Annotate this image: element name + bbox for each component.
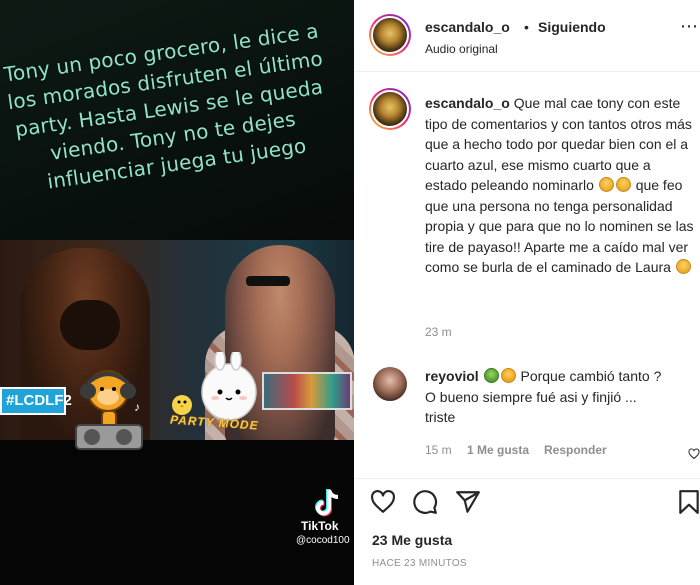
facepalm-emoji-icon xyxy=(598,177,614,192)
reply-author-avatar[interactable] xyxy=(373,367,407,401)
video-thumbnail-sticker xyxy=(262,372,352,410)
following-button[interactable]: Siguiendo xyxy=(538,19,606,35)
more-options-icon[interactable]: ⋯ xyxy=(680,16,699,37)
sunglasses xyxy=(246,276,290,286)
post-timestamp[interactable]: HACE 23 MINUTOS xyxy=(372,558,467,569)
person-left-beard xyxy=(60,300,120,350)
original-audio-link[interactable]: Audio original xyxy=(425,42,498,56)
post-header: escandalo_o • Siguiendo Audio original ⋯ xyxy=(354,0,700,72)
reply-time[interactable]: 15 m xyxy=(425,443,452,457)
sick-face-emoji-icon xyxy=(483,368,499,383)
tiktok-brand-label: TikTok xyxy=(301,519,339,533)
like-comment-heart-icon[interactable] xyxy=(688,448,700,460)
reply-username[interactable]: reyoviol xyxy=(425,368,479,384)
post-actions: 23 Me gusta HACE 23 MINUTOS xyxy=(354,478,700,585)
tiktok-logo-icon xyxy=(315,489,339,517)
share-icon[interactable] xyxy=(455,489,481,515)
comment-author-avatar[interactable] xyxy=(369,88,411,130)
likes-count[interactable]: 23 Me gusta xyxy=(372,532,452,548)
reply-likes[interactable]: 1 Me gusta xyxy=(467,443,529,457)
facepalm-emoji-icon xyxy=(615,177,631,192)
author-avatar[interactable] xyxy=(369,14,411,56)
hashtag-sticker: #LCDLF2 xyxy=(0,387,72,415)
reply-button[interactable]: Responder xyxy=(544,443,607,457)
comment-time[interactable]: 23 m xyxy=(425,325,452,339)
author-avatar-image xyxy=(371,16,409,54)
save-icon[interactable] xyxy=(676,489,700,515)
heart-icon[interactable] xyxy=(370,489,396,515)
crying-face-emoji-icon xyxy=(500,368,516,383)
header-separator: • xyxy=(524,19,529,35)
svg-text:♪: ♪ xyxy=(134,400,140,414)
comment-username[interactable]: escandalo_o xyxy=(425,95,510,111)
facepalm-emoji-icon xyxy=(675,259,691,274)
caption-comment: escandalo_o Que mal cae tony con este ti… xyxy=(425,93,695,278)
tiktok-username: @cocod100 xyxy=(296,535,350,546)
reply-comment: reyoviol Porque cambió tanto ? O bueno s… xyxy=(425,366,670,428)
dj-monkey-sticker: ♪ xyxy=(75,370,143,450)
comment-author-avatar-image xyxy=(371,90,409,128)
comment-icon[interactable] xyxy=(412,489,438,515)
comments-section[interactable]: escandalo_o Que mal cae tony con este ti… xyxy=(354,73,700,478)
molang-sticker xyxy=(201,352,257,421)
post-side-panel: escandalo_o • Siguiendo Audio original ⋯… xyxy=(354,0,700,585)
author-username[interactable]: escandalo_o xyxy=(425,19,510,35)
post-media[interactable]: Tony un poco grocero, le dice a los mora… xyxy=(0,0,354,585)
